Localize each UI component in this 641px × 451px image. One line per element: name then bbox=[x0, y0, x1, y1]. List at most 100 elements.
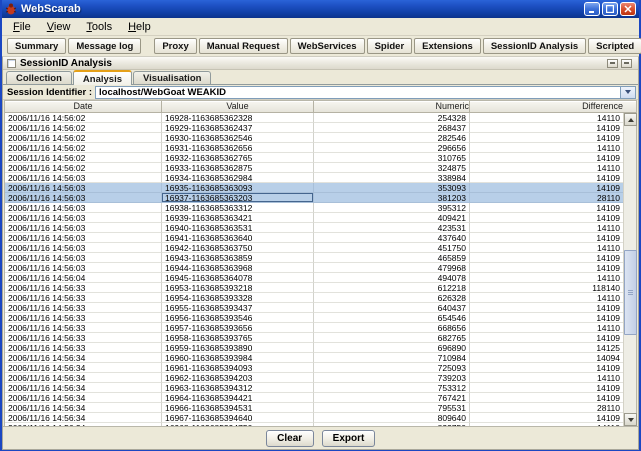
cell-date: 2006/11/16 14:56:34 bbox=[5, 413, 162, 423]
scroll-down-button[interactable] bbox=[624, 413, 637, 426]
table-row[interactable]: 2006/11/16 14:56:0216931-116368536265629… bbox=[5, 143, 623, 153]
column-header-difference[interactable]: Difference bbox=[470, 101, 623, 113]
cell-numeric: 696890 bbox=[314, 343, 470, 353]
export-button[interactable]: Export bbox=[322, 430, 376, 447]
table-row[interactable]: 2006/11/16 14:56:3316959-116368539389069… bbox=[5, 343, 623, 353]
table-row[interactable]: 2006/11/16 14:56:0316942-116368536375045… bbox=[5, 243, 623, 253]
frame-restore-icon[interactable] bbox=[607, 59, 618, 68]
table-row[interactable]: 2006/11/16 14:56:0316939-116368536342140… bbox=[5, 213, 623, 223]
cell-difference: 14110 bbox=[470, 143, 623, 153]
table-row[interactable]: 2006/11/16 14:56:3316955-116368539343764… bbox=[5, 303, 623, 313]
cell-value: 16928-1163685362328 bbox=[162, 113, 314, 123]
cell-date: 2006/11/16 14:56:03 bbox=[5, 173, 162, 183]
table-row[interactable]: 2006/11/16 14:56:0316943-116368536385946… bbox=[5, 253, 623, 263]
table-row[interactable]: 2006/11/16 14:56:3316954-116368539332862… bbox=[5, 293, 623, 303]
table-row[interactable]: 2006/11/16 14:56:3416967-116368539464080… bbox=[5, 413, 623, 423]
vertical-scrollbar[interactable] bbox=[623, 113, 636, 426]
menu-tools[interactable]: Tools bbox=[79, 20, 119, 34]
scroll-up-button[interactable] bbox=[624, 113, 637, 126]
table-row[interactable]: 2006/11/16 14:56:3416964-116368539442176… bbox=[5, 393, 623, 403]
table-row[interactable]: 2006/11/16 14:56:0316934-116368536298433… bbox=[5, 173, 623, 183]
table-row[interactable]: 2006/11/16 14:56:3316958-116368539376568… bbox=[5, 333, 623, 343]
app-icon bbox=[5, 3, 17, 15]
cell-difference: 118140 bbox=[470, 283, 623, 293]
table-row[interactable]: 2006/11/16 14:56:0316937-116368536320338… bbox=[5, 193, 623, 203]
toolbar-button-extensions[interactable]: Extensions bbox=[414, 38, 481, 54]
frame-title: SessionID Analysis bbox=[20, 58, 603, 69]
table-row[interactable]: 2006/11/16 14:56:3316953-116368539321861… bbox=[5, 283, 623, 293]
table-row[interactable]: 2006/11/16 14:56:3416966-116368539453179… bbox=[5, 403, 623, 413]
table-row[interactable]: 2006/11/16 14:56:0316938-116368536331239… bbox=[5, 203, 623, 213]
menu-view[interactable]: View bbox=[40, 20, 78, 34]
window-titlebar[interactable]: WebScarab bbox=[2, 0, 639, 18]
frame-maximize-icon[interactable] bbox=[621, 59, 632, 68]
cell-numeric: 668656 bbox=[314, 323, 470, 333]
arrow-down-icon bbox=[628, 418, 634, 422]
tab-collection[interactable]: Collection bbox=[6, 71, 72, 84]
table-row[interactable]: 2006/11/16 14:56:3416963-116368539431275… bbox=[5, 383, 623, 393]
toolbar-button-message-log[interactable]: Message log bbox=[68, 38, 141, 54]
toolbar-button-sessionid-analysis[interactable]: SessionID Analysis bbox=[483, 38, 586, 54]
combo-dropdown-button[interactable] bbox=[620, 87, 635, 98]
cell-difference: 14109 bbox=[470, 303, 623, 313]
cell-date: 2006/11/16 14:56:34 bbox=[5, 373, 162, 383]
table-row[interactable]: 2006/11/16 14:56:0216929-116368536243726… bbox=[5, 123, 623, 133]
cell-value: 16964-1163685394421 bbox=[162, 393, 314, 403]
cell-value: 16954-1163685393328 bbox=[162, 293, 314, 303]
session-identifier-combobox[interactable]: localhost/WebGoat WEAKID bbox=[95, 86, 636, 99]
cell-date: 2006/11/16 14:56:04 bbox=[5, 273, 162, 283]
toolbar-button-spider[interactable]: Spider bbox=[367, 38, 413, 54]
table-row[interactable]: 2006/11/16 14:56:0216930-116368536254628… bbox=[5, 133, 623, 143]
close-icon[interactable] bbox=[620, 2, 636, 16]
scrollbar-thumb[interactable] bbox=[624, 250, 637, 335]
table-row[interactable]: 2006/11/16 14:56:3316957-116368539365666… bbox=[5, 323, 623, 333]
cell-date: 2006/11/16 14:56:03 bbox=[5, 243, 162, 253]
table-row[interactable]: 2006/11/16 14:56:3416960-116368539398471… bbox=[5, 353, 623, 363]
table-row[interactable]: 2006/11/16 14:56:0316941-116368536364043… bbox=[5, 233, 623, 243]
maximize-icon[interactable] bbox=[602, 2, 618, 16]
cell-difference: 14109 bbox=[470, 233, 623, 243]
toolbar-button-manual-request[interactable]: Manual Request bbox=[199, 38, 288, 54]
toolbar-button-scripted[interactable]: Scripted bbox=[588, 38, 641, 54]
toolbar-button-summary[interactable]: Summary bbox=[7, 38, 66, 54]
cell-date: 2006/11/16 14:56:34 bbox=[5, 403, 162, 413]
table-row[interactable]: 2006/11/16 14:56:3416961-116368539409372… bbox=[5, 363, 623, 373]
column-header-value[interactable]: Value bbox=[162, 101, 314, 113]
cell-value: 16933-1163685362875 bbox=[162, 163, 314, 173]
table-row[interactable]: 2006/11/16 14:56:3416962-116368539420373… bbox=[5, 373, 623, 383]
table-row[interactable]: 2006/11/16 14:56:0216932-116368536276531… bbox=[5, 153, 623, 163]
frame-titlebar[interactable]: SessionID Analysis bbox=[3, 57, 638, 70]
arrow-up-icon bbox=[628, 118, 634, 122]
table-row[interactable]: 2006/11/16 14:56:3316956-116368539354665… bbox=[5, 313, 623, 323]
menu-file[interactable]: File bbox=[6, 20, 38, 34]
session-identifier-label: Session Identifier : bbox=[5, 87, 92, 98]
column-header-numeric[interactable]: Numeric bbox=[314, 101, 470, 113]
cell-numeric: 437640 bbox=[314, 233, 470, 243]
cell-numeric: 682765 bbox=[314, 333, 470, 343]
table-row[interactable]: 2006/11/16 14:56:0316935-116368536309335… bbox=[5, 183, 623, 193]
cell-numeric: 310765 bbox=[314, 153, 470, 163]
cell-value: 16959-1163685393890 bbox=[162, 343, 314, 353]
clear-button[interactable]: Clear bbox=[266, 430, 314, 447]
cell-numeric: 753312 bbox=[314, 383, 470, 393]
cell-value: 16932-1163685362765 bbox=[162, 153, 314, 163]
table-row[interactable]: 2006/11/16 14:56:0316940-116368536353142… bbox=[5, 223, 623, 233]
cell-numeric: 282546 bbox=[314, 133, 470, 143]
minimize-icon[interactable] bbox=[584, 2, 600, 16]
tab-visualisation[interactable]: Visualisation bbox=[133, 71, 211, 84]
cell-difference: 14110 bbox=[470, 163, 623, 173]
table-row[interactable]: 2006/11/16 14:56:0316944-116368536396847… bbox=[5, 263, 623, 273]
table-row[interactable]: 2006/11/16 14:56:0216933-116368536287532… bbox=[5, 163, 623, 173]
menu-help[interactable]: Help bbox=[121, 20, 158, 34]
table-row[interactable]: 2006/11/16 14:56:0216928-116368536232825… bbox=[5, 113, 623, 123]
window-title: WebScarab bbox=[21, 3, 580, 15]
column-header-date[interactable]: Date bbox=[5, 101, 162, 113]
cell-numeric: 324875 bbox=[314, 163, 470, 173]
table-row[interactable]: 2006/11/16 14:56:0416945-116368536407849… bbox=[5, 273, 623, 283]
cell-difference: 14109 bbox=[470, 383, 623, 393]
toolbar-button-webservices[interactable]: WebServices bbox=[290, 38, 365, 54]
tab-analysis[interactable]: Analysis bbox=[73, 70, 132, 85]
window-controls bbox=[584, 2, 636, 16]
toolbar-button-proxy[interactable]: Proxy bbox=[154, 38, 196, 54]
cell-difference: 14110 bbox=[470, 113, 623, 123]
